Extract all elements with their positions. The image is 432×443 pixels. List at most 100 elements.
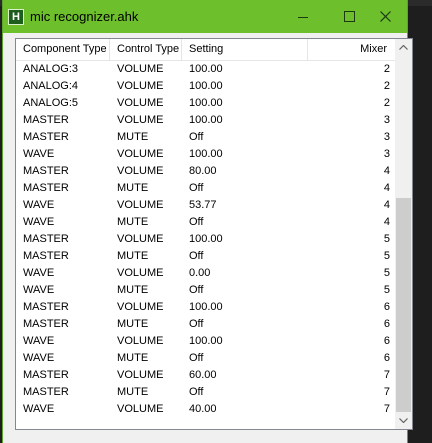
cell-setting: 100.00: [189, 63, 223, 75]
cell-component-type: MASTER: [23, 114, 69, 126]
cell-mixer: 6: [383, 335, 390, 347]
scroll-track[interactable]: [395, 56, 412, 412]
cell-control-type: VOLUME: [117, 267, 164, 279]
list-row[interactable]: MASTER VOLUME 80.00 4: [16, 163, 397, 180]
list-row[interactable]: WAVE MUTE Off 5: [16, 282, 397, 299]
list-row[interactable]: MASTER VOLUME 100.00 6: [16, 299, 397, 316]
cell-component-type: MASTER: [23, 318, 69, 330]
cell-component-type: ANALOG:4: [23, 80, 79, 92]
cell-component-type: MASTER: [23, 233, 69, 245]
chevron-up-icon: [399, 45, 408, 50]
cell-mixer: 3: [383, 131, 390, 143]
scroll-thumb[interactable]: [396, 198, 411, 412]
list-row[interactable]: WAVE VOLUME 100.00 6: [16, 333, 397, 350]
cell-component-type: WAVE: [23, 403, 55, 415]
cell-mixer: 3: [383, 114, 390, 126]
cell-mixer: 7: [383, 403, 390, 415]
list-row[interactable]: WAVE VOLUME 0.00 5: [16, 265, 397, 282]
cell-mixer: 7: [383, 386, 390, 398]
column-header-setting[interactable]: Setting: [182, 39, 308, 60]
cell-component-type: MASTER: [23, 250, 69, 262]
cell-control-type: MUTE: [117, 131, 149, 143]
cell-setting: 100.00: [189, 148, 223, 160]
cell-component-type: ANALOG:3: [23, 63, 79, 75]
title-bar[interactable]: H mic recognizer.ahk: [3, 0, 407, 33]
list-row[interactable]: WAVE MUTE Off 4: [16, 214, 397, 231]
cell-setting: Off: [189, 250, 204, 262]
cell-setting: 100.00: [189, 97, 223, 109]
column-header-mixer[interactable]: Mixer: [308, 39, 397, 60]
cell-control-type: VOLUME: [117, 369, 164, 381]
list-row[interactable]: MASTER MUTE Off 7: [16, 384, 397, 401]
cell-control-type: MUTE: [117, 318, 149, 330]
cell-control-type: VOLUME: [117, 403, 164, 415]
list-row[interactable]: WAVE VOLUME 40.00 7: [16, 401, 397, 418]
cell-setting: Off: [189, 131, 204, 143]
cell-component-type: WAVE: [23, 284, 55, 296]
list-row[interactable]: MASTER VOLUME 100.00 3: [16, 112, 397, 129]
cell-setting: 80.00: [189, 165, 217, 177]
scroll-down-button[interactable]: [395, 412, 412, 429]
cell-mixer: 5: [383, 233, 390, 245]
column-header-component-type[interactable]: Component Type: [16, 39, 110, 60]
scroll-up-button[interactable]: [395, 39, 412, 56]
cell-control-type: VOLUME: [117, 148, 164, 160]
app-window: H mic recognizer.ahk Component Type Cont…: [2, 0, 413, 443]
cell-mixer: 4: [383, 216, 390, 228]
cell-setting: Off: [189, 284, 204, 296]
list-row[interactable]: WAVE MUTE Off 6: [16, 350, 397, 367]
minimize-button[interactable]: [281, 0, 327, 33]
list-row[interactable]: MASTER VOLUME 100.00 5: [16, 231, 397, 248]
cell-setting: Off: [189, 386, 204, 398]
ahk-script-icon[interactable]: H: [8, 9, 24, 25]
cell-setting: Off: [189, 318, 204, 330]
cell-component-type: WAVE: [23, 148, 55, 160]
cell-setting: 100.00: [189, 114, 223, 126]
cell-control-type: VOLUME: [117, 63, 164, 75]
cell-component-type: WAVE: [23, 352, 55, 364]
cell-component-type: WAVE: [23, 335, 55, 347]
cell-setting: 53.77: [189, 199, 217, 211]
mixer-list-view[interactable]: Component Type Control Type Setting Mixe…: [15, 38, 413, 430]
cell-control-type: VOLUME: [117, 80, 164, 92]
list-row[interactable]: MASTER MUTE Off 3: [16, 129, 397, 146]
cell-control-type: VOLUME: [117, 233, 164, 245]
list-row[interactable]: WAVE VOLUME 53.77 4: [16, 197, 397, 214]
cell-component-type: MASTER: [23, 369, 69, 381]
cell-mixer: 6: [383, 301, 390, 313]
cell-setting: 100.00: [189, 301, 223, 313]
cell-mixer: 6: [383, 352, 390, 364]
list-row[interactable]: ANALOG:4 VOLUME 100.00 2: [16, 78, 397, 95]
cell-mixer: 4: [383, 182, 390, 194]
cell-control-type: MUTE: [117, 182, 149, 194]
list-row[interactable]: WAVE VOLUME 100.00 3: [16, 146, 397, 163]
cell-mixer: 4: [383, 165, 390, 177]
cell-mixer: 2: [383, 63, 390, 75]
cell-setting: 0.00: [189, 267, 211, 279]
list-row[interactable]: MASTER MUTE Off 5: [16, 248, 397, 265]
cell-control-type: VOLUME: [117, 199, 164, 211]
cell-control-type: VOLUME: [117, 114, 164, 126]
cell-component-type: WAVE: [23, 216, 55, 228]
cell-setting: Off: [189, 352, 204, 364]
cell-setting: 100.00: [189, 335, 223, 347]
cell-component-type: MASTER: [23, 386, 69, 398]
cell-setting: Off: [189, 182, 204, 194]
cell-component-type: ANALOG:5: [23, 97, 79, 109]
column-header-control-type[interactable]: Control Type: [110, 39, 182, 60]
cell-mixer: 2: [383, 97, 390, 109]
chevron-down-icon: [399, 418, 408, 423]
cell-mixer: 5: [383, 284, 390, 296]
list-row[interactable]: ANALOG:3 VOLUME 100.00 2: [16, 61, 397, 78]
list-body: ANALOG:3 VOLUME 100.00 2 ANALOG:4 VOLUME 100.0…: [16, 61, 397, 418]
vertical-scrollbar[interactable]: [395, 39, 412, 429]
list-row[interactable]: ANALOG:5 VOLUME 100.00 2: [16, 95, 397, 112]
list-row[interactable]: MASTER MUTE Off 4: [16, 180, 397, 197]
cell-setting: 100.00: [189, 233, 223, 245]
cell-setting: Off: [189, 216, 204, 228]
close-button[interactable]: [363, 0, 409, 33]
cell-control-type: VOLUME: [117, 301, 164, 313]
cell-control-type: MUTE: [117, 284, 149, 296]
list-row[interactable]: MASTER MUTE Off 6: [16, 316, 397, 333]
list-row[interactable]: MASTER VOLUME 60.00 7: [16, 367, 397, 384]
